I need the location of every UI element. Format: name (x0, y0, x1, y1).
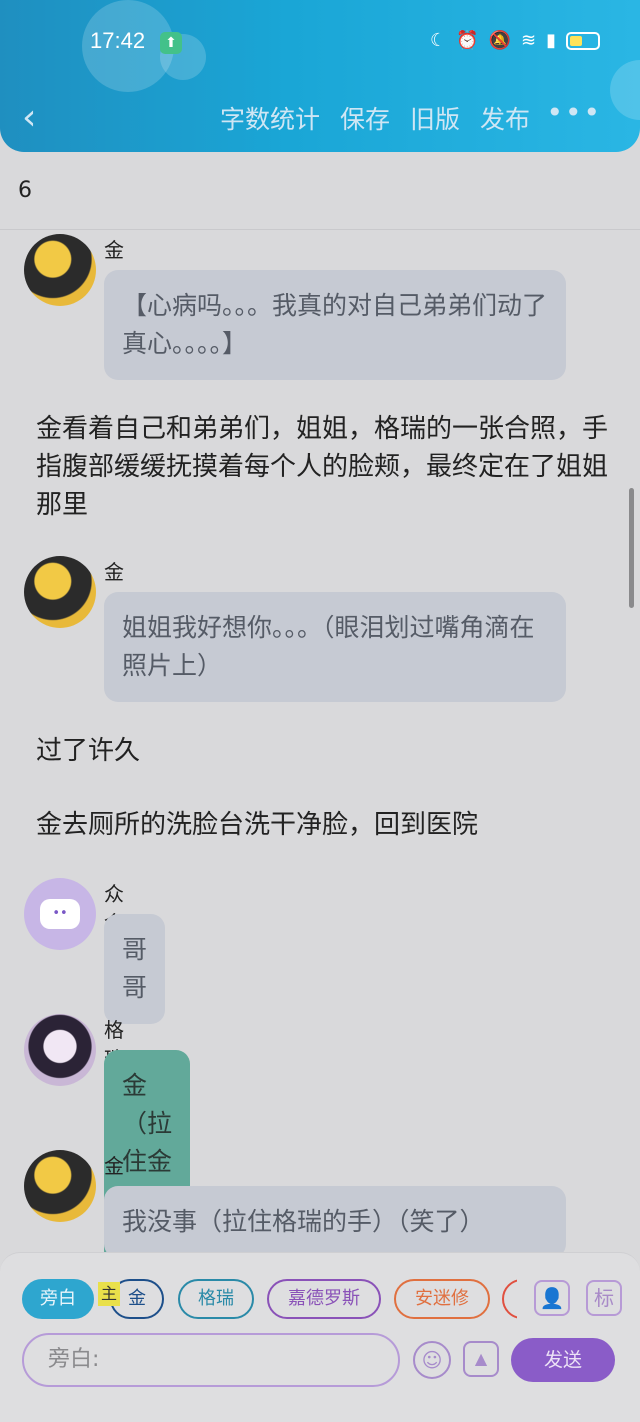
publish-button[interactable]: 发布 (480, 100, 530, 136)
chip-jiadeluosi[interactable]: 嘉德罗斯 (267, 1279, 381, 1319)
sender-name: 金 (104, 238, 124, 262)
chapter-count: 6 (18, 178, 32, 203)
message-input[interactable]: 旁白: (22, 1333, 400, 1387)
avatar[interactable] (24, 1150, 96, 1222)
message-bubble[interactable]: 姐姐我好想你。。。（眼泪划过嘴角滴在照片上） (104, 592, 566, 702)
moon-icon: ☾ (430, 30, 447, 51)
send-button[interactable]: 发送 (511, 1338, 615, 1382)
avatar[interactable] (24, 556, 96, 628)
alarm-icon: ⏰ (456, 30, 479, 51)
status-time: 17:42 (90, 28, 146, 53)
word-count-button[interactable]: 字数统计 (220, 100, 320, 136)
scrollbar[interactable] (629, 488, 634, 608)
narration-text[interactable]: 金去厕所的洗脸台洗干净脸，回到医院 (36, 806, 616, 844)
wifi-icon: ≋ (521, 30, 537, 51)
avatar[interactable] (24, 1014, 96, 1086)
profile-icon[interactable]: 👤 (534, 1280, 570, 1316)
emoji-icon[interactable]: ☺ (413, 1341, 451, 1379)
tag-icon[interactable]: 标 (586, 1280, 622, 1316)
decor-bubble (610, 60, 640, 120)
narration-text[interactable]: 过了许久 (36, 732, 616, 770)
mute-icon: 🔕 (488, 30, 511, 51)
toolbar: 字数统计 保存 旧版 发布 (220, 100, 530, 136)
more-button[interactable]: ••• (546, 96, 602, 129)
battery-icon (566, 31, 600, 50)
signal-icon: ▮ (546, 30, 556, 51)
avatar[interactable] (24, 234, 96, 306)
back-button[interactable]: ‹ (22, 98, 36, 138)
main-role-marker: 主 (98, 1282, 120, 1306)
message-bubble[interactable]: 哥哥 (104, 914, 166, 1024)
upload-icon: ⬆ (160, 32, 182, 54)
save-button[interactable]: 保存 (340, 100, 390, 136)
chip-more[interactable] (502, 1279, 517, 1319)
chip-gerui[interactable]: 格瑞 (178, 1279, 254, 1319)
app-header: 17:42 ⬆ ☾ ⏰ 🔕 ≋ ▮ ‹ 字数统计 保存 旧版 发布 ••• (0, 0, 640, 152)
chip-narration[interactable]: 旁白 (22, 1279, 94, 1319)
role-chips: 旁白 金 格瑞 嘉德罗斯 安迷修 (22, 1279, 517, 1319)
chat-bubble-icon: •• (40, 899, 80, 929)
message-bubble[interactable]: 【心病吗。。。我真的对自己弟弟们动了真心。。。。】 (104, 270, 566, 380)
message-bubble[interactable]: 我没事（拉住格瑞的手）（笑了） (104, 1186, 566, 1258)
sender-name: 金 (104, 560, 124, 584)
status-icons: ☾ ⏰ 🔕 ≋ ▮ (430, 30, 600, 51)
avatar[interactable]: •• (24, 878, 96, 950)
sender-name: 金 (104, 1154, 124, 1178)
divider (0, 229, 640, 230)
chip-anmixiu[interactable]: 安迷修 (394, 1279, 490, 1319)
image-icon[interactable]: ▲ (463, 1341, 499, 1377)
old-version-button[interactable]: 旧版 (410, 100, 460, 136)
narration-text[interactable]: 金看着自己和弟弟们，姐姐，格瑞的一张合照，手指腹部缓缓抚摸着每个人的脸颊，最终定… (36, 410, 616, 524)
